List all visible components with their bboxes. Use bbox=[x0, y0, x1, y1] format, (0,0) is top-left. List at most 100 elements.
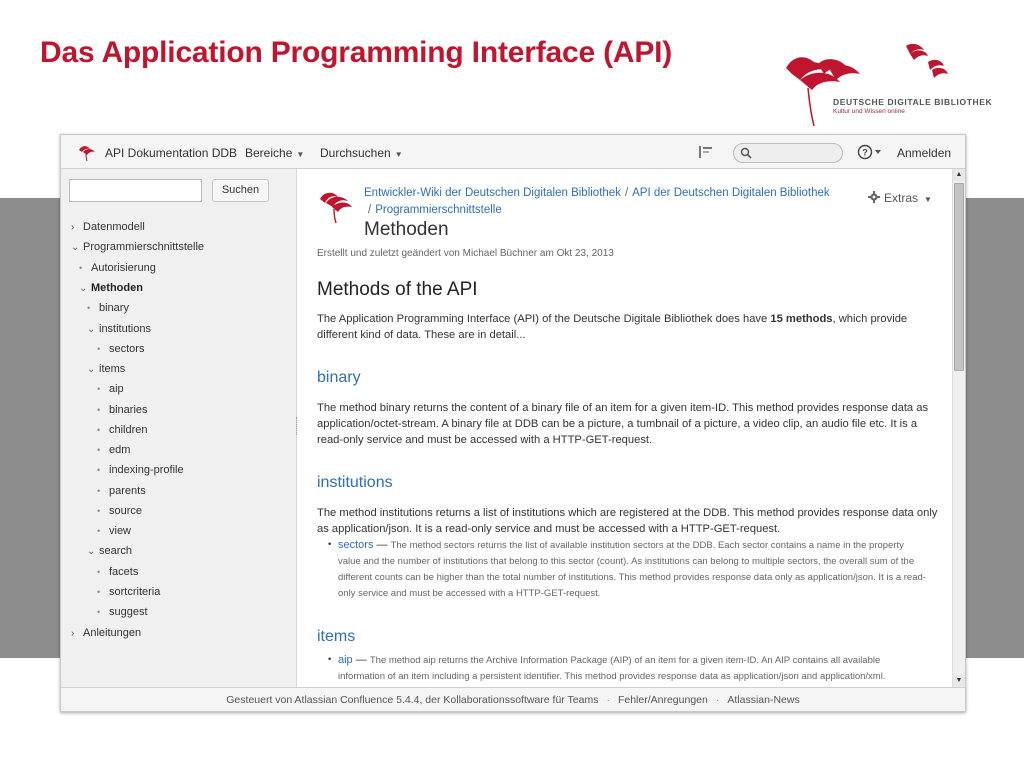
chevron-down-icon: ▼ bbox=[924, 195, 932, 204]
tree-item-facets[interactable]: • facets bbox=[97, 564, 138, 580]
sidebar-search-button[interactable]: Suchen bbox=[212, 179, 269, 202]
tree-item-sortcriteria[interactable]: • sortcriteria bbox=[97, 584, 160, 600]
tree-item-search[interactable]: ⌄ search bbox=[87, 543, 132, 559]
tree-item-label: sectors bbox=[109, 343, 145, 355]
tree-item-parents[interactable]: • parents bbox=[97, 483, 146, 499]
space-logo-icon bbox=[320, 192, 352, 224]
tree-item-autorisierung[interactable]: • Autorisierung bbox=[79, 260, 156, 276]
logo-name: DEUTSCHE DIGITALE BIBLIOTHEK bbox=[833, 97, 993, 107]
method-link-aip[interactable]: aip bbox=[338, 654, 353, 666]
tree-item-label: Anleitungen bbox=[83, 627, 142, 639]
footer-separator: · bbox=[606, 694, 610, 706]
footer-link-news[interactable]: Atlassian-News bbox=[727, 694, 799, 706]
bullet-icon: • bbox=[97, 465, 101, 475]
bullet-icon: • bbox=[97, 445, 101, 455]
tree-item-sectors[interactable]: • sectors bbox=[97, 341, 144, 357]
page-metadata: Erstellt und zuletzt geändert von Michae… bbox=[317, 248, 614, 259]
page-title: Methoden bbox=[364, 219, 449, 240]
scroll-down-icon[interactable]: ▼ bbox=[953, 675, 965, 687]
tree-item-binary[interactable]: • binary bbox=[87, 300, 129, 316]
tree-item-programmierschnittstelle[interactable]: ⌄ Programmierschnittstelle bbox=[71, 239, 204, 255]
bullet-icon: • bbox=[328, 539, 332, 550]
tree-item-anleitungen[interactable]: › Anleitungen bbox=[71, 625, 141, 641]
tree-item-view[interactable]: • view bbox=[97, 523, 131, 539]
page-content: Entwickler-Wiki der Deutschen Digitalen … bbox=[298, 169, 952, 687]
tree-item-label: aip bbox=[109, 383, 124, 395]
section-heading-binary: binary bbox=[317, 369, 361, 386]
section-heading-items: items bbox=[317, 628, 356, 645]
presentation-slide: Das Application Programming Interface (A… bbox=[0, 0, 1024, 768]
tree-item-label: Programmierschnittstelle bbox=[83, 241, 205, 253]
method-description: The method aip returns the Archive Infor… bbox=[338, 655, 886, 682]
breadcrumb-link[interactable]: Entwickler-Wiki der Deutschen Digitalen … bbox=[364, 187, 621, 199]
tree-item-edm[interactable]: • edm bbox=[97, 442, 130, 458]
intro-paragraph: The Application Programming Interface (A… bbox=[317, 311, 941, 343]
tree-item-label: children bbox=[109, 424, 148, 436]
sidebar: Suchen › Datenmodell ⌄ Programmierschnitts… bbox=[61, 169, 297, 687]
footer: Gesteuert von Atlassian Confluence 5.4.4… bbox=[61, 687, 965, 711]
tree-item-label: Datenmodell bbox=[83, 221, 145, 233]
bullet-icon: • bbox=[97, 607, 101, 617]
ddb-logo: DEUTSCHE DIGITALE BIBLIOTHEK Kultur und … bbox=[778, 40, 992, 130]
intro-text: The Application Programming Interface (A… bbox=[317, 313, 771, 325]
em-dash: — bbox=[352, 654, 370, 666]
method-link-sectors[interactable]: sectors bbox=[338, 539, 373, 551]
quick-search-input[interactable] bbox=[733, 143, 843, 163]
content-heading: Methods of the API bbox=[317, 279, 478, 300]
scroll-up-icon[interactable]: ▲ bbox=[953, 169, 965, 181]
chevron-right-icon: › bbox=[71, 222, 75, 233]
tree-item-aip[interactable]: • aip bbox=[97, 381, 124, 397]
tree-item-label: institutions bbox=[99, 323, 151, 335]
chevron-down-icon: ⌄ bbox=[87, 364, 96, 375]
bullet-icon: • bbox=[97, 425, 101, 435]
help-icon[interactable]: ? bbox=[857, 144, 887, 160]
list-item: • sectors — The method sectors returns th… bbox=[328, 537, 928, 602]
tree-item-items[interactable]: ⌄ items bbox=[87, 361, 125, 377]
extras-label: Extras bbox=[884, 191, 919, 205]
breadcrumb-link[interactable]: API der Deutschen Digitalen Bibliothek bbox=[632, 187, 830, 199]
tree-item-children[interactable]: • children bbox=[97, 422, 148, 438]
chevron-down-icon: ⌄ bbox=[79, 283, 88, 294]
bullet-icon: • bbox=[97, 486, 101, 496]
tree-item-institutions[interactable]: ⌄ institutions bbox=[87, 321, 151, 337]
tree-item-label: indexing-profile bbox=[109, 464, 184, 476]
extras-menu-button[interactable]: Extras ▼ bbox=[868, 191, 932, 205]
breadcrumb: / Programmierschnittstelle bbox=[364, 204, 502, 216]
tree-item-label: edm bbox=[109, 444, 131, 456]
tree-item-label: Autorisierung bbox=[91, 262, 156, 274]
bullet-icon: • bbox=[87, 303, 91, 313]
list-item: • aip — The method aip returns the Archiv… bbox=[328, 652, 928, 685]
sidebar-search-input[interactable] bbox=[69, 179, 202, 202]
nav-durchsuchen[interactable]: Durchsuchen ▼ bbox=[320, 146, 403, 160]
breadcrumb-link[interactable]: Programmierschnittstelle bbox=[375, 204, 502, 216]
site-logo-icon[interactable] bbox=[77, 142, 97, 162]
bullet-icon: • bbox=[97, 405, 101, 415]
method-description: The method sectors returns the list of a… bbox=[338, 540, 926, 599]
bullet-icon: • bbox=[97, 567, 101, 577]
bullet-icon: • bbox=[97, 526, 101, 536]
login-link[interactable]: Anmelden bbox=[897, 146, 951, 160]
chevron-down-icon: ⌄ bbox=[87, 546, 96, 557]
footer-powered-by: Gesteuert von Atlassian Confluence 5.4.4… bbox=[226, 694, 599, 706]
bullet-icon: • bbox=[328, 654, 332, 665]
tree-item-label: source bbox=[109, 505, 143, 517]
tree-item-label: items bbox=[99, 363, 126, 375]
tools-icon[interactable] bbox=[699, 146, 713, 158]
tree-item-datenmodell[interactable]: › Datenmodell bbox=[71, 219, 145, 235]
site-name-link[interactable]: API Dokumentation DDB bbox=[105, 146, 237, 160]
content-scrollbar[interactable]: ▲ ▼ bbox=[952, 169, 965, 687]
tree-item-source[interactable]: • source bbox=[97, 503, 142, 519]
scrollbar-thumb[interactable] bbox=[954, 183, 964, 371]
tree-item-label: binary bbox=[99, 302, 129, 314]
bullet-icon: • bbox=[79, 263, 83, 273]
section-heading-institutions: institutions bbox=[317, 474, 393, 491]
footer-link-feedback[interactable]: Fehler/Anregungen bbox=[618, 694, 708, 706]
tree-item-label: search bbox=[99, 545, 133, 557]
chevron-right-icon: › bbox=[71, 628, 75, 639]
tree-item-suggest[interactable]: • suggest bbox=[97, 604, 148, 620]
confluence-window: API Dokumentation DDB Bereiche ▼ Durchsuc… bbox=[60, 134, 966, 712]
tree-item-indexing-profile[interactable]: • indexing-profile bbox=[97, 462, 184, 478]
nav-bereiche[interactable]: Bereiche ▼ bbox=[245, 146, 304, 160]
tree-item-binaries[interactable]: • binaries bbox=[97, 402, 148, 418]
tree-item-methoden[interactable]: ⌄ Methoden bbox=[79, 280, 143, 296]
